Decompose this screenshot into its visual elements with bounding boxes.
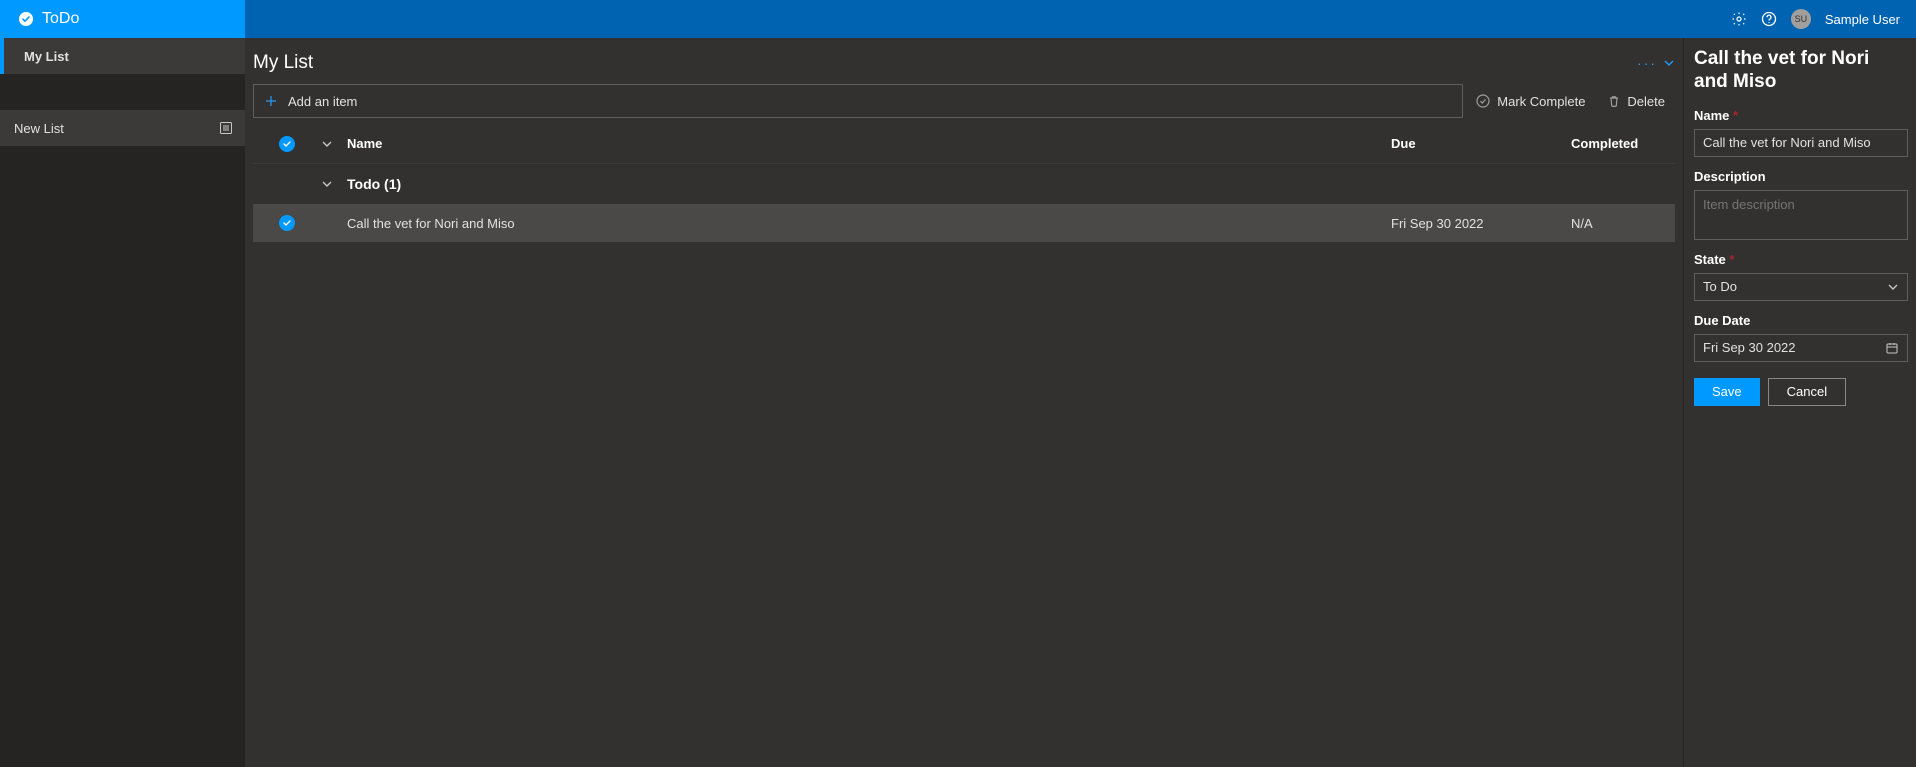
mark-complete-label: Mark Complete [1497,94,1585,109]
user-avatar[interactable]: SU [1791,9,1811,29]
add-item-placeholder: Add an item [288,94,357,109]
add-item-input[interactable]: Add an item [253,84,1463,118]
delete-button[interactable]: Delete [1597,84,1675,118]
brand: ToDo [0,0,245,38]
save-button[interactable]: Save [1694,378,1760,406]
name-input[interactable] [1694,129,1908,157]
task-row[interactable]: Call the vet for Nori and Miso Fri Sep 3… [253,204,1675,242]
chevron-down-icon[interactable] [321,138,333,150]
status-header-icon[interactable] [279,136,295,152]
calendar-icon [1885,341,1899,355]
column-completed[interactable]: Completed [1571,136,1661,151]
due-date-picker[interactable]: Fri Sep 30 2022 [1694,334,1908,362]
chevron-down-icon [321,178,333,190]
help-icon[interactable] [1761,11,1777,27]
main-panel: My List ··· Add an item [245,38,1683,767]
checkmark-circle-icon [18,11,34,27]
task-status-icon[interactable] [279,215,295,231]
mark-complete-button[interactable]: Mark Complete [1465,84,1595,118]
name-field-label: Name * [1694,108,1908,123]
state-field-label: State * [1694,252,1908,267]
more-options-icon[interactable]: ··· [1637,55,1657,71]
delete-label: Delete [1627,94,1665,109]
task-completed: N/A [1571,216,1661,231]
column-due[interactable]: Due [1391,136,1571,151]
task-name: Call the vet for Nori and Miso [347,216,1391,231]
chevron-down-icon [1887,281,1899,293]
due-date-value: Fri Sep 30 2022 [1703,340,1796,355]
plus-icon [264,94,278,108]
group-row[interactable]: Todo (1) [253,164,1675,204]
page-title: My List [253,52,313,74]
sidebar-item-mylist[interactable]: My List [0,38,245,74]
settings-gear-icon[interactable] [1731,11,1747,27]
state-select[interactable]: To Do [1694,273,1908,301]
detail-panel: Call the vet for Nori and Miso Name * De… [1683,38,1916,767]
trash-icon [1607,94,1621,108]
description-field-label: Description [1694,169,1908,184]
description-input[interactable] [1694,190,1908,240]
cancel-button[interactable]: Cancel [1768,378,1846,406]
top-header: ToDo SU Sample User [0,0,1916,38]
new-list-button[interactable]: New List [0,110,245,146]
brand-label: ToDo [42,10,79,28]
sidebar-item-label: My List [24,49,69,64]
new-list-label: New List [14,121,64,136]
sidebar: My List New List [0,38,245,767]
detail-title: Call the vet for Nori and Miso [1694,48,1908,94]
task-due: Fri Sep 30 2022 [1391,216,1571,231]
list-icon [219,121,233,135]
user-name[interactable]: Sample User [1825,12,1900,27]
state-value: To Do [1703,279,1737,294]
table-header: Name Due Completed [253,124,1675,164]
task-table: Name Due Completed Todo (1) [253,124,1675,242]
check-circle-outline-icon [1475,93,1491,109]
due-date-field-label: Due Date [1694,313,1908,328]
chevron-down-icon[interactable] [1663,57,1675,69]
column-name[interactable]: Name [347,136,1391,151]
group-label: Todo (1) [347,176,1391,192]
